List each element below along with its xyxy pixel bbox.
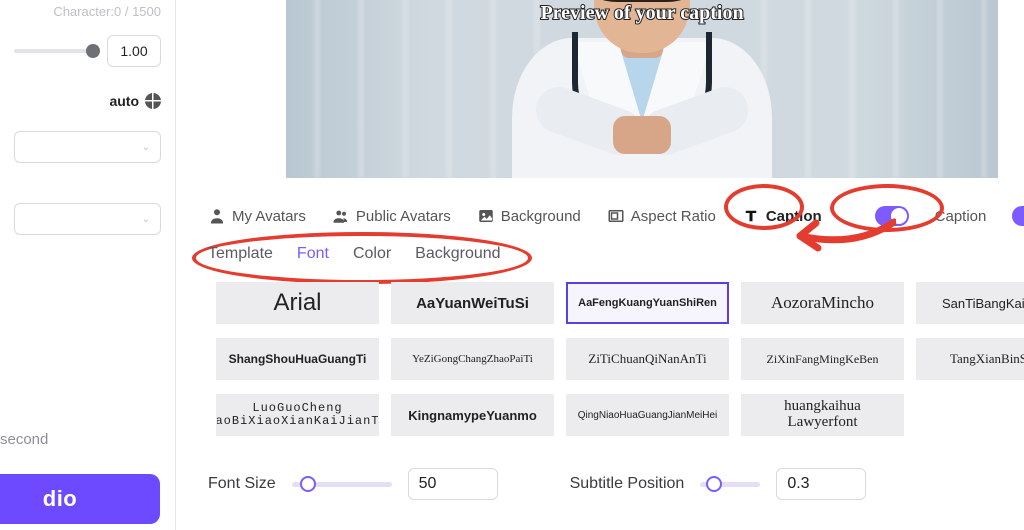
- auto-label: auto: [109, 93, 139, 109]
- chevron-down-icon: ⌄: [142, 214, 150, 225]
- font-card[interactable]: LuoGuoCheng MaoBiXiaoXianKaiJianTi: [216, 394, 379, 436]
- toolbar-public-avatars[interactable]: Public Avatars: [332, 207, 451, 225]
- image-icon: [477, 207, 495, 225]
- allow-toggle[interactable]: [1012, 206, 1024, 226]
- subtitle-position-slider[interactable]: [700, 482, 760, 487]
- toolbar-label: Aspect Ratio: [631, 208, 716, 225]
- value-slider[interactable]: [14, 49, 99, 53]
- section-toolbar: My Avatars Public Avatars Background Asp…: [208, 198, 1024, 234]
- font-card[interactable]: TangXianBinS: [916, 338, 1024, 380]
- font-card[interactable]: KingnamypeYuanmo: [391, 394, 554, 436]
- dropdown-1[interactable]: ⌄: [14, 131, 161, 163]
- character-counter: Character:0 / 1500: [14, 4, 161, 29]
- font-size-label: Font Size: [208, 475, 276, 493]
- toolbar-label: Caption: [766, 208, 822, 225]
- toolbar-background[interactable]: Background: [477, 207, 581, 225]
- caption-preview: Preview of your caption: [286, 0, 998, 178]
- toolbar-aspect-ratio[interactable]: Aspect Ratio: [607, 207, 716, 225]
- font-card-selected[interactable]: AaFengKuangYuanShiRen: [566, 282, 729, 324]
- font-card[interactable]: Arial: [216, 282, 379, 324]
- subtitle-position-label: Subtitle Position: [570, 475, 685, 493]
- chevron-down-icon: ⌄: [142, 142, 150, 153]
- font-card[interactable]: huangkaihua Lawyerfont: [741, 394, 904, 436]
- second-label: second: [0, 431, 175, 448]
- dropdown-2[interactable]: ⌄: [14, 203, 161, 235]
- auto-row: auto: [14, 93, 161, 109]
- globe-icon[interactable]: [145, 93, 161, 109]
- aspect-ratio-icon: [607, 207, 625, 225]
- people-icon: [332, 207, 350, 225]
- font-grid: Arial AaYuanWeiTuSi AaFengKuangYuanShiRe…: [216, 282, 1024, 436]
- toolbar-label: My Avatars: [232, 208, 306, 225]
- caption-toggle-label: Caption: [935, 208, 987, 225]
- value-number-input[interactable]: 1.00: [107, 35, 161, 67]
- person-icon: [208, 207, 226, 225]
- tab-color[interactable]: Color: [353, 245, 391, 263]
- font-size-slider[interactable]: [292, 482, 392, 487]
- font-card[interactable]: ZiXinFangMingKeBen: [741, 338, 904, 380]
- font-card-line2: MaoBiXiaoXianKaiJianTi: [216, 415, 379, 428]
- toolbar-label: Public Avatars: [356, 208, 451, 225]
- text-icon: [742, 207, 760, 225]
- toolbar-label: Background: [501, 208, 581, 225]
- font-card[interactable]: YeZiGongChangZhaoPaiTi: [391, 338, 554, 380]
- font-card-line2: Lawyerfont: [788, 415, 858, 431]
- toolbar-caption[interactable]: Caption: [742, 207, 822, 225]
- font-card[interactable]: ShangShouHuaGuangTi: [216, 338, 379, 380]
- font-card-line1: huangkaihua: [784, 399, 861, 415]
- font-card[interactable]: AaYuanWeiTuSi: [391, 282, 554, 324]
- left-settings-panel: Character:0 / 1500 1.00 auto ⌄ ⌄ second …: [0, 0, 176, 530]
- font-size-input[interactable]: 50: [408, 468, 498, 500]
- font-card[interactable]: AozoraMincho: [741, 282, 904, 324]
- primary-action-label: dio: [43, 486, 78, 512]
- tab-background[interactable]: Background: [415, 245, 500, 263]
- avatar-preview-figure: [492, 0, 792, 178]
- tab-font[interactable]: Font: [297, 245, 329, 263]
- font-card[interactable]: SanTiBangKaiTi: [916, 282, 1024, 324]
- tab-template[interactable]: Template: [208, 245, 273, 263]
- caption-toggle[interactable]: [875, 206, 909, 226]
- font-card[interactable]: ZiTiChuanQiNanAnTi: [566, 338, 729, 380]
- caption-subtabs: Template Font Color Background: [208, 245, 501, 263]
- main-area: Preview of your caption My Avatars Publi…: [176, 0, 1024, 530]
- primary-action-button[interactable]: dio: [0, 474, 160, 524]
- toolbar-my-avatars[interactable]: My Avatars: [208, 207, 306, 225]
- value-slider-row: 1.00: [14, 35, 161, 67]
- subtitle-position-input[interactable]: 0.3: [776, 468, 866, 500]
- caption-preview-text: Preview of your caption: [286, 2, 998, 25]
- font-card[interactable]: QingNiaoHuaGuangJianMeiHei: [566, 394, 729, 436]
- caption-controls-row: Font Size 50 Subtitle Position 0.3: [208, 468, 1024, 500]
